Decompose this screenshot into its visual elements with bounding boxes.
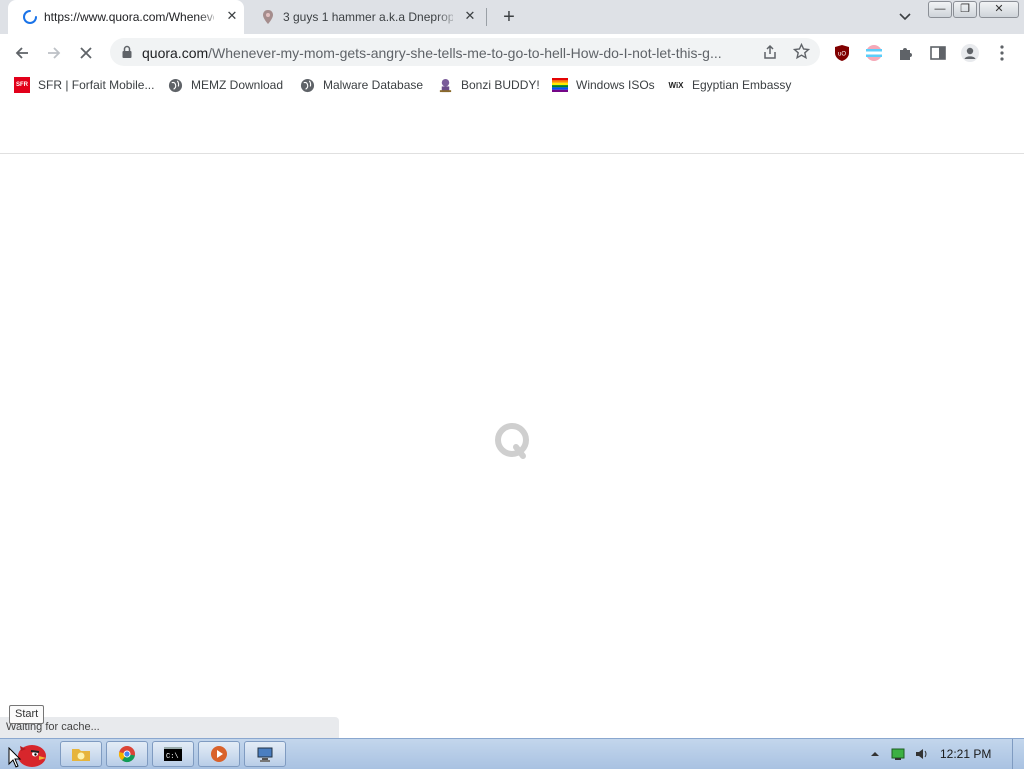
bookmark-label: Bonzi BUDDY!	[461, 78, 540, 92]
map-pin-icon	[263, 10, 273, 24]
wix-icon: WiX	[668, 80, 684, 90]
url-text[interactable]: quora.com/Whenever-my-mom-gets-angry-she…	[142, 45, 752, 61]
restore-button[interactable]: ❐	[953, 1, 977, 18]
close-tab-icon[interactable]: ✕	[462, 8, 478, 24]
puzzle-piece-icon	[900, 48, 912, 60]
menu-button[interactable]	[991, 42, 1013, 64]
taskbar-network-app[interactable]	[244, 741, 286, 767]
side-panel-icon	[930, 46, 946, 60]
bookmark-label: Windows ISOs	[576, 78, 655, 92]
bookmark-egyptian-embassy[interactable]: WiX Egyptian Embassy	[668, 76, 791, 94]
tab-title: 3 guys 1 hammer a.k.a Dnepropetrovsk	[283, 10, 453, 24]
mouse-cursor-icon	[8, 747, 22, 768]
new-tab-icon[interactable]: +	[498, 6, 520, 28]
taskbar-explorer[interactable]	[60, 741, 102, 767]
forward-arrow-icon	[48, 47, 61, 59]
minimize-button[interactable]: —	[928, 1, 952, 18]
bookmark-memz[interactable]: MEMZ Download	[167, 76, 283, 94]
back-button[interactable]	[11, 42, 33, 64]
taskbar-cmd[interactable]: C:\	[152, 741, 194, 767]
bookmark-windows-isos[interactable]: Windows ISOs	[552, 76, 655, 94]
tab-quora[interactable]: https://www.quora.com/Whenever-my-mom ✕	[8, 0, 244, 34]
tab-title: https://www.quora.com/Whenever-my-mom	[44, 10, 214, 24]
taskbar: C:\ 12:21 PM	[0, 738, 1024, 769]
kebab-menu-icon	[1000, 45, 1004, 61]
globe-icon	[167, 77, 183, 93]
side-panel-button[interactable]	[927, 42, 949, 64]
taskbar-chrome[interactable]	[106, 741, 148, 767]
ublock-origin-icon: uO	[835, 45, 849, 61]
close-tab-icon[interactable]: ✕	[224, 8, 240, 24]
stop-x-icon	[80, 47, 92, 59]
show-hidden-icons-icon[interactable]	[868, 747, 882, 761]
folder-explorer-icon	[72, 749, 90, 761]
lock-icon[interactable]	[121, 45, 133, 59]
tab-video[interactable]: 3 guys 1 hammer a.k.a Dnepropetrovsk ✕	[252, 0, 484, 34]
globe-icon	[299, 77, 315, 93]
bookmark-label: SFR | Forfait Mobile...	[38, 78, 155, 92]
bookmark-label: Malware Database	[323, 78, 424, 92]
taskbar-media-player[interactable]	[198, 741, 240, 767]
tab-strip: https://www.quora.com/Whenever-my-mom ✕ …	[0, 0, 1024, 34]
extension-button[interactable]	[863, 42, 885, 64]
page-header-bar	[0, 102, 1024, 154]
striped-flag-extension-icon	[866, 45, 882, 61]
media-player-icon	[211, 746, 227, 762]
stop-button[interactable]	[75, 42, 97, 64]
svg-text:uO: uO	[838, 52, 846, 58]
extensions-button[interactable]	[895, 42, 917, 64]
profile-button[interactable]	[959, 42, 981, 64]
show-desktop-button[interactable]	[1012, 739, 1013, 769]
volume-icon[interactable]	[915, 747, 929, 761]
bookmark-bonzi-buddy[interactable]: Bonzi BUDDY!	[437, 76, 540, 94]
chrome-icon	[118, 746, 135, 763]
tab-search-chevron-icon[interactable]	[896, 8, 914, 26]
ublock-extension-button[interactable]: uO	[831, 42, 853, 64]
svg-text:C:\: C:\	[166, 753, 179, 761]
close-window-button[interactable]: ✕	[979, 1, 1019, 18]
bookmark-star-icon[interactable]	[793, 43, 810, 60]
bookmark-label: MEMZ Download	[191, 78, 284, 92]
address-bar[interactable]: quora.com/Whenever-my-mom-gets-angry-she…	[110, 38, 820, 66]
bookmarks-bar: SFR SFR | Forfait Mobile... MEMZ Downloa…	[0, 72, 1024, 96]
bookmark-label: Egyptian Embassy	[692, 78, 792, 92]
bookmark-malware-database[interactable]: Malware Database	[299, 76, 423, 94]
bookmark-sfr[interactable]: SFR SFR | Forfait Mobile...	[14, 76, 154, 94]
network-computer-icon	[257, 747, 273, 762]
taskbar-clock[interactable]: 12:21 PM	[940, 747, 991, 761]
tab-separator	[486, 8, 487, 26]
profile-avatar-icon	[961, 44, 979, 62]
windows-icon	[552, 77, 568, 93]
quora-logo-loading-icon	[495, 423, 529, 459]
status-bubble: Waiting for cache...	[0, 717, 339, 738]
start-tooltip: Start	[9, 705, 45, 724]
sfr-icon: SFR	[14, 77, 30, 93]
command-prompt-icon: C:\	[164, 747, 182, 761]
network-status-icon[interactable]	[891, 747, 905, 761]
bonzi-icon	[437, 77, 453, 93]
loading-spinner-icon	[23, 10, 37, 24]
share-icon[interactable]	[762, 44, 778, 60]
forward-button[interactable]	[43, 42, 65, 64]
back-arrow-icon	[15, 47, 28, 59]
